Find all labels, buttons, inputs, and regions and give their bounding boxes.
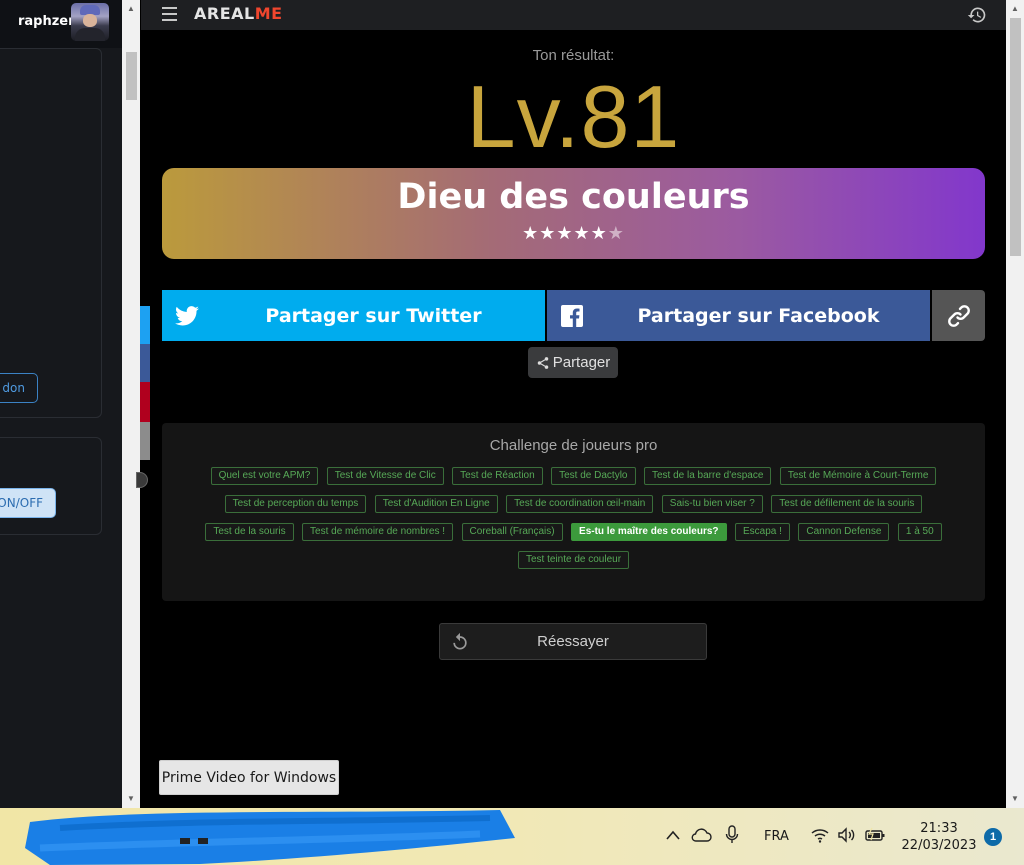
challenge-tag[interactable]: 1 à 50	[897, 523, 942, 541]
taskbar: FRA 21:33 22/03/2023	[0, 808, 1024, 865]
retry-label: Réessayer	[537, 633, 609, 650]
challenge-tag[interactable]: Test de Dactylo	[551, 467, 636, 485]
share-icon	[537, 356, 548, 369]
challenge-title: Challenge de joueurs pro	[489, 437, 658, 454]
challenge-tag[interactable]: Test de Mémoire à Court-Terme	[779, 467, 937, 485]
copy-link-button[interactable]	[932, 290, 985, 341]
chevron-up-icon[interactable]	[665, 829, 681, 841]
onoff-button[interactable]: ON/OFF	[0, 488, 56, 518]
challenge-tag[interactable]: Test teinte de couleur	[517, 551, 630, 569]
history-icon[interactable]	[967, 5, 987, 25]
side-share-pinterest[interactable]	[140, 382, 150, 422]
challenge-tag[interactable]: Test de la souris	[205, 523, 294, 541]
right-scrollbar[interactable]: ▲ ▼	[1006, 0, 1024, 808]
microphone-icon[interactable]	[725, 825, 739, 845]
main-page: AREALME Ton résultat: Lv.81 Dieu des cou…	[141, 0, 1006, 808]
challenge-tag[interactable]: Quel est votre APM?	[210, 467, 319, 485]
menu-icon[interactable]	[162, 7, 177, 21]
challenge-tag[interactable]: Test de coordination œil-main	[506, 495, 654, 513]
twitter-label: Partager sur Twitter	[265, 304, 482, 327]
facebook-icon	[547, 290, 597, 341]
share-label: Partager	[552, 354, 611, 371]
challenge-tag[interactable]: Coreball (Français)	[461, 523, 563, 541]
rank-title: Dieu des couleurs	[397, 177, 750, 217]
share-button[interactable]: Partager	[528, 347, 618, 378]
username[interactable]: raphzer	[18, 14, 75, 29]
facebook-label: Partager sur Facebook	[637, 304, 880, 327]
level-value: Lv.81	[466, 67, 681, 166]
volume-icon[interactable]	[837, 827, 857, 843]
challenge-tag[interactable]: Test de mémoire de nombres !	[302, 523, 454, 541]
language-indicator[interactable]: FRA	[764, 808, 789, 865]
clock[interactable]: 21:33 22/03/2023	[899, 820, 979, 854]
wifi-icon[interactable]	[810, 827, 830, 843]
share-facebook-button[interactable]: Partager sur Facebook	[547, 290, 930, 341]
side-share-more[interactable]	[140, 422, 150, 460]
challenge-tag[interactable]: Test de Réaction	[452, 467, 543, 485]
stars-full: ★★★★★	[522, 223, 608, 243]
redaction-scribble	[25, 810, 515, 865]
challenge-tag[interactable]: Test de Vitesse de Clic	[326, 467, 444, 485]
battery-icon[interactable]	[864, 827, 886, 843]
top-bar: AREALME	[141, 0, 1006, 30]
clock-time: 21:33	[920, 821, 958, 836]
challenge-tags: Quel est votre APM? Test de Vitesse de C…	[192, 467, 955, 579]
screen: raphzer don ON/OFF ▲ ▼ AREALME Ton résul…	[0, 0, 1024, 865]
clock-date: 22/03/2023	[901, 838, 977, 853]
donate-button[interactable]: don	[0, 373, 38, 403]
rank-banner: Dieu des couleurs ★★★★★★	[162, 168, 985, 259]
challenge-tag[interactable]: Escapa !	[734, 523, 790, 541]
challenge-tag[interactable]: Test de défilement de la souris	[771, 495, 923, 513]
scroll-down-icon[interactable]: ▼	[122, 792, 140, 806]
challenge-tag[interactable]: Test d'Audition En Ligne	[374, 495, 498, 513]
taskbar-tooltip: Prime Video for Windows	[159, 760, 339, 795]
stars-empty: ★	[607, 223, 625, 243]
challenge-panel: Challenge de joueurs pro Quel est votre …	[162, 423, 985, 601]
challenge-tag[interactable]: Test de la barre d'espace	[643, 467, 772, 485]
retry-icon	[453, 632, 467, 650]
challenge-tag[interactable]: Sais-tu bien viser ?	[661, 495, 763, 513]
scroll-up-icon[interactable]: ▲	[122, 2, 140, 16]
side-share-twitter[interactable]	[140, 306, 150, 344]
link-icon	[947, 304, 970, 327]
scroll-thumb[interactable]	[126, 52, 137, 100]
left-scrollbar[interactable]: ▲ ▼	[122, 0, 140, 808]
challenge-tag-active[interactable]: Es-tu le maître des couleurs?	[571, 523, 727, 541]
notification-badge[interactable]: 1	[984, 828, 1002, 846]
left-card	[0, 48, 102, 418]
star-rating: ★★★★★★	[162, 223, 985, 244]
left-card-2	[0, 437, 102, 535]
share-twitter-button[interactable]: Partager sur Twitter	[162, 290, 545, 341]
avatar[interactable]	[71, 3, 109, 41]
scroll-down-icon[interactable]: ▼	[1006, 792, 1024, 806]
retry-button[interactable]: Réessayer	[439, 623, 707, 660]
challenge-tag[interactable]: Cannon Defense	[798, 523, 890, 541]
twitter-icon	[162, 290, 212, 341]
left-window: raphzer don ON/OFF	[0, 0, 122, 808]
site-logo[interactable]: AREALME	[194, 4, 283, 23]
side-share-facebook[interactable]	[140, 344, 150, 382]
scroll-thumb[interactable]	[1010, 18, 1021, 256]
cloud-icon[interactable]	[690, 827, 712, 843]
scroll-up-icon[interactable]: ▲	[1006, 2, 1024, 16]
challenge-tag[interactable]: Test de perception du temps	[224, 495, 367, 513]
result-label: Ton résultat:	[532, 47, 615, 64]
left-header: raphzer	[0, 0, 122, 48]
